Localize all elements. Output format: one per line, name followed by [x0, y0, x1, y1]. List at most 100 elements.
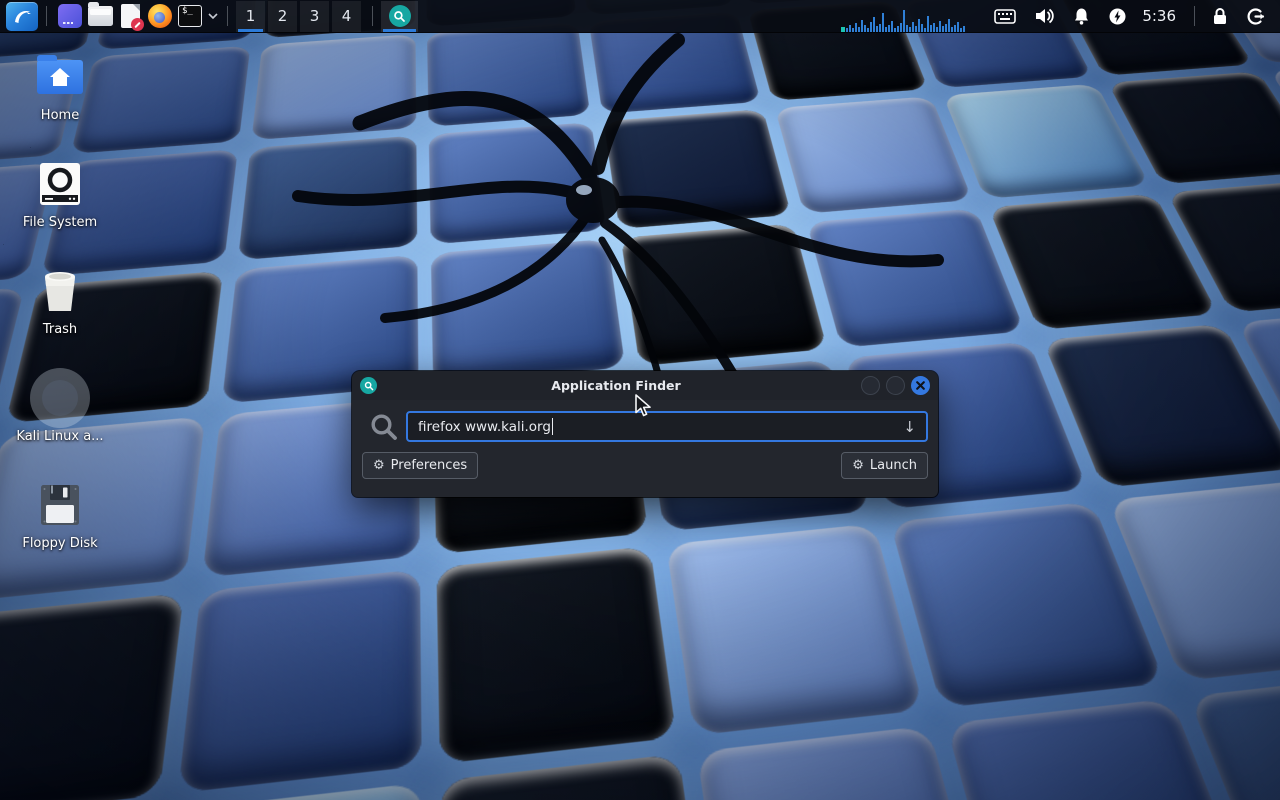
- cpu-graph-bar: [897, 26, 899, 32]
- dialog-titlebar[interactable]: Application Finder: [352, 371, 938, 400]
- cpu-graph[interactable]: [841, 1, 969, 32]
- panel-separator: [46, 6, 47, 26]
- desktop-icon-trash[interactable]: Trash: [12, 262, 108, 369]
- text-editor-icon: [121, 4, 140, 28]
- desktop-icon-label: File System: [23, 216, 97, 231]
- cpu-graph-bar: [879, 24, 881, 32]
- desktop-icon-home[interactable]: Home: [12, 48, 108, 155]
- preferences-button[interactable]: ⚙ Preferences: [362, 452, 478, 479]
- applications-menu-button[interactable]: [6, 2, 38, 31]
- panel-separator: [372, 6, 373, 26]
- trash-can-icon: [39, 268, 81, 314]
- history-dropdown-arrow-icon[interactable]: ↓: [903, 418, 916, 436]
- wallpaper-cube: [603, 109, 791, 229]
- wallpaper-cube: [436, 546, 676, 764]
- chevron-down-icon[interactable]: [207, 12, 219, 20]
- launcher-firefox[interactable]: [145, 1, 175, 32]
- command-input-value: firefox www.kali.org: [418, 419, 551, 435]
- search-icon: [393, 10, 406, 23]
- cpu-graph-bar: [888, 25, 890, 32]
- panel-separator: [227, 6, 228, 26]
- dialog-title: Application Finder: [377, 378, 855, 393]
- screen-lock-indicator[interactable]: [1212, 7, 1228, 25]
- wallpaper-cube: [697, 726, 992, 800]
- desktop-icon-label: Home: [41, 109, 79, 124]
- lock-icon: [1212, 7, 1228, 25]
- launcher-terminal[interactable]: $_: [175, 1, 205, 32]
- cpu-graph-bar: [921, 24, 923, 32]
- desktop-icon-kali-docs[interactable]: Kali Linux a...: [12, 369, 108, 476]
- workspace-button-4[interactable]: 4: [332, 1, 361, 32]
- cpu-graph-bar: [903, 10, 905, 32]
- logout-indicator[interactable]: [1246, 7, 1265, 26]
- cpu-graph-bar: [954, 25, 956, 32]
- taskbar-application-finder[interactable]: [381, 1, 418, 32]
- keyboard-indicator[interactable]: [994, 9, 1016, 24]
- cpu-graph-bar: [951, 27, 953, 32]
- edit-badge-icon: [131, 18, 144, 31]
- workspace-label: 4: [342, 7, 352, 25]
- cpu-graph-bar: [891, 21, 893, 32]
- wallpaper-cube: [807, 208, 1025, 347]
- cpu-graph-bar: [846, 28, 848, 32]
- cpu-graph-bar: [960, 28, 962, 32]
- cpu-graph-bar: [942, 26, 944, 32]
- cpu-graph-bar: [939, 21, 941, 32]
- window-app-badge: [360, 377, 377, 394]
- power-manager-indicator[interactable]: [1108, 7, 1127, 26]
- cpu-graph-bar: [936, 27, 938, 32]
- cpu-graph-bar: [870, 22, 872, 32]
- cpu-graph-bar: [849, 25, 851, 32]
- wallpaper-cube: [178, 569, 422, 793]
- workspace-label: 2: [278, 7, 288, 25]
- cpu-graph-bar: [861, 20, 863, 32]
- cpu-graph-bar: [933, 23, 935, 32]
- cpu-graph-bar: [915, 26, 917, 32]
- wallpaper-cube: [440, 754, 712, 800]
- wallpaper-cube: [621, 223, 828, 365]
- desktop-icon-file-system[interactable]: File System: [12, 155, 108, 262]
- cpu-graph-bar: [906, 25, 908, 32]
- wallpaper-cube: [251, 34, 416, 140]
- floppy-disk-icon: [38, 483, 82, 527]
- wallpaper-cube: [775, 96, 973, 213]
- file-manager-icon: [88, 6, 113, 26]
- volume-indicator[interactable]: [1034, 7, 1055, 25]
- desktop-icon-column: Home File System Trash Kali Linux: [12, 48, 108, 583]
- maximize-button[interactable]: [886, 376, 905, 395]
- cpu-graph-bar: [948, 19, 950, 32]
- kali-docs-icon: [30, 368, 90, 428]
- wallpaper-cube: [1043, 324, 1280, 488]
- workspace-button-1[interactable]: 1: [236, 1, 265, 32]
- desktop-icon-floppy[interactable]: Floppy Disk: [12, 476, 108, 583]
- workspace-label: 3: [310, 7, 320, 25]
- cpu-graph-marker: [841, 27, 845, 32]
- workspace-button-2[interactable]: 2: [268, 1, 297, 32]
- cpu-graph-bar: [852, 28, 854, 32]
- notifications-indicator[interactable]: [1073, 7, 1090, 25]
- panel-status-area: 5:36: [841, 1, 1274, 32]
- clock[interactable]: 5:36: [1142, 7, 1176, 25]
- wallpaper-cube: [431, 239, 625, 385]
- minimize-button[interactable]: [861, 376, 880, 395]
- house-glyph-icon: [37, 60, 83, 94]
- cpu-graph-bar: [930, 25, 932, 32]
- gear-icon: ⚙: [373, 458, 385, 473]
- launcher-file-manager[interactable]: [85, 1, 115, 32]
- search-icon: [369, 412, 399, 442]
- cpu-graph-bar: [855, 23, 857, 32]
- cpu-graph-bar: [912, 22, 914, 32]
- command-input[interactable]: firefox www.kali.org ↓: [406, 411, 928, 442]
- close-button[interactable]: [911, 376, 930, 395]
- kali-logo-icon: [11, 6, 33, 26]
- cpu-graph-bar: [885, 27, 887, 32]
- launcher-window-app[interactable]: [55, 1, 85, 32]
- launch-button[interactable]: ⚙ Launch: [841, 452, 928, 479]
- launcher-text-editor[interactable]: [115, 1, 145, 32]
- application-finder-task-icon: [389, 5, 411, 27]
- application-finder-window: Application Finder firefox www.kali.org …: [352, 371, 938, 497]
- wallpaper-cube: [666, 524, 924, 736]
- workspace-button-3[interactable]: 3: [300, 1, 329, 32]
- desktop-icon-label: Floppy Disk: [22, 537, 97, 552]
- run-gear-icon: ⚙: [852, 458, 864, 473]
